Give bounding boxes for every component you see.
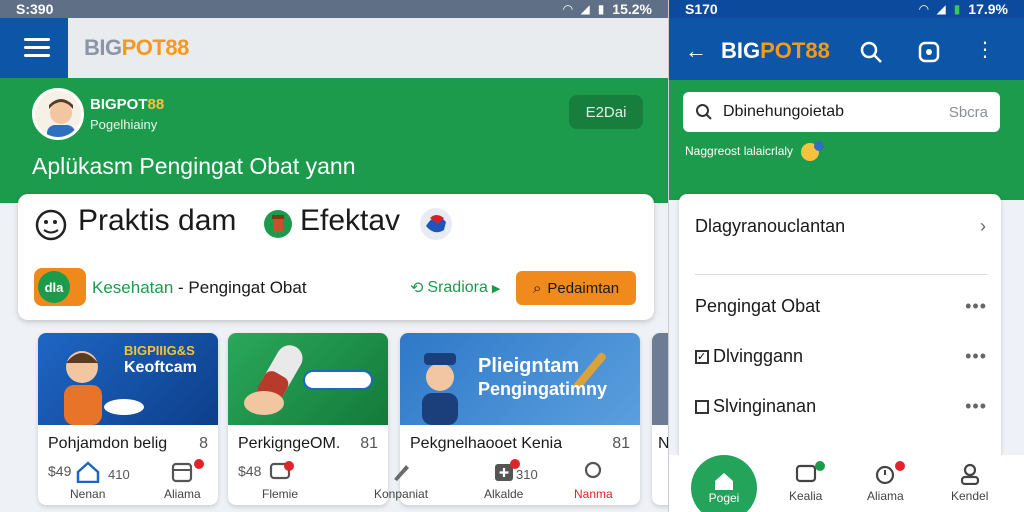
more-vert-icon[interactable]: ⋮ [975,40,995,60]
card-link[interactable]: ⟲ Sradiora ▶ [410,278,500,298]
category-badge-label: dla [38,271,70,303]
nav-chat[interactable]: Flemie [262,461,298,501]
menu-row[interactable]: Slvinginanan ••• [695,396,987,417]
menu-panel: Dlagyranouclantan › Pengingat Obat ••• ✓… [679,194,1001,464]
app-bar: BIGPOT88 [0,18,668,78]
battery-icon: ▮ [597,2,605,16]
medicine-bottle-icon [262,208,294,245]
tile-count: 81 [612,435,630,452]
nav-home[interactable]: Nenan [70,461,105,501]
tile-image: BIGPIIIG&S Keoftcam [38,333,218,425]
status-time: S:390 [16,1,54,17]
search-icon[interactable] [859,40,883,69]
checkbox-checked-icon[interactable]: ✓ [695,349,709,364]
signal-icon: ◢ [580,2,590,16]
nav-home-count: 410 [108,467,130,482]
search-bar[interactable]: Dbinehungoietab Sbcra [683,92,1000,132]
promo-text: Naggreost lalaicrlaly [685,140,825,162]
menu-row[interactable]: Pengingat Obat ••• [695,296,987,317]
nav-add-count: 310 [516,467,538,482]
more-horiz-icon[interactable]: ••• [965,396,987,417]
brand-subtitle: Pogelhiainy [90,117,158,132]
header-chip-button[interactable]: E2Dai [569,95,643,129]
profile-icon [585,461,602,479]
notification-dot [284,461,294,471]
profile-icon [960,463,979,485]
menu-row[interactable]: ✓ Dlvinggann ••• [695,346,987,367]
tile-count: 8 [199,435,208,452]
link-icon: ⟲ [410,280,424,297]
headline: Aplükasm Pengingat Obat yann [32,153,356,179]
status-bar: S170 ◠ ◢ ▮ 17.9% [669,0,1024,18]
wifi-icon: ◠ [563,2,573,16]
logo-bar: BIGPOT88 [68,18,668,78]
home-icon [76,461,99,483]
calendar-icon [172,462,193,483]
tile-title: PerkigngeOM. [238,435,341,452]
coin-icon [801,141,825,161]
home-icon [715,473,733,490]
wifi-icon: ◠ [919,2,929,16]
notification-dot [895,461,905,471]
tile-title: N [658,435,668,452]
right-screen: S170 ◠ ◢ ▮ 17.9% ← BIGPOT88 ⋮ Dbinehungo… [668,0,1024,512]
status-time: S170 [685,1,718,17]
tile-image: Plieigntam Pengingatimny [400,333,640,425]
app-bar: ← BIGPOT88 ⋮ [669,18,1024,80]
battery-level: 17.9% [968,1,1008,17]
left-screen: S:390 ◠ ◢ ▮ 15.2% BIGPOT88 BIGPOT88 Poge… [0,0,668,512]
tile-image [228,333,388,425]
notification-dot [194,459,204,469]
more-horiz-icon[interactable]: ••• [965,346,987,367]
card-title-part2: Efektav [300,204,401,237]
section-title: Dlagyranouclantan [695,216,846,236]
more-horiz-icon[interactable]: ••• [965,296,987,317]
card-title-part1: Praktis dam [78,204,237,237]
tile-title: Pohjamdon belig [48,435,168,452]
search-action[interactable]: Sbcra [949,104,988,121]
nav-home-active[interactable]: Pogei [691,455,757,512]
chevron-right-icon: › [980,216,987,236]
divider [695,274,987,275]
menu-icon[interactable] [24,38,50,58]
search-icon: ⌕ [532,279,542,297]
battery-level: 15.2% [612,1,652,17]
nav-profile[interactable]: Nanma [574,461,613,501]
pen-icon [394,465,410,481]
avatar[interactable] [32,88,84,140]
alarm-icon [876,465,895,485]
nav-calendar[interactable]: Aliama [164,459,204,501]
status-bar: S:390 ◠ ◢ ▮ 15.2% [0,0,668,18]
notification-dot [815,461,825,471]
checkbox-icon[interactable] [695,399,709,414]
tile-title: Pekgnelhaooet Kenia [410,435,563,452]
tile-count: 81 [360,435,378,452]
bottom-nav: Pogei Kealia Aliama Kendel [669,455,1024,512]
play-icon: ▶ [491,282,501,295]
chat-icon [795,464,816,483]
nav-profile[interactable]: Kendel [951,463,988,503]
app-logo: BIGPOT88 [84,35,189,60]
app-logo: BIGPOT88 [721,38,830,63]
card-category: Kesehatan - Pengingat Obat [92,278,307,297]
section-header-row[interactable]: Dlagyranouclantan › [695,216,987,237]
tile-image [652,333,668,425]
category-badge: dla [34,268,86,306]
search-icon [696,104,712,120]
nav-alarm[interactable]: Aliama [867,461,905,503]
feature-card: Praktis dam Efektav dla Kesehatan - Peng… [18,194,654,320]
back-arrow-icon[interactable]: ← [685,38,707,64]
settings-icon[interactable] [917,40,941,69]
card-cta-button[interactable]: ⌕ Pedaimtan [516,271,636,305]
nav-chat[interactable]: Kealia [789,461,825,503]
search-input[interactable]: Dbinehungoietab [723,103,844,121]
bottom-nav: Nenan 410 Aliama Flemie Konpaniat Alkald… [0,455,668,512]
pill-face-icon [34,208,68,247]
brand-name: BIGPOT88 [90,96,165,113]
nav-notes[interactable]: Konpaniat [374,461,428,501]
capsule-icon [418,206,454,247]
signal-icon: ◢ [936,2,946,16]
battery-icon: ▮ [953,2,961,16]
